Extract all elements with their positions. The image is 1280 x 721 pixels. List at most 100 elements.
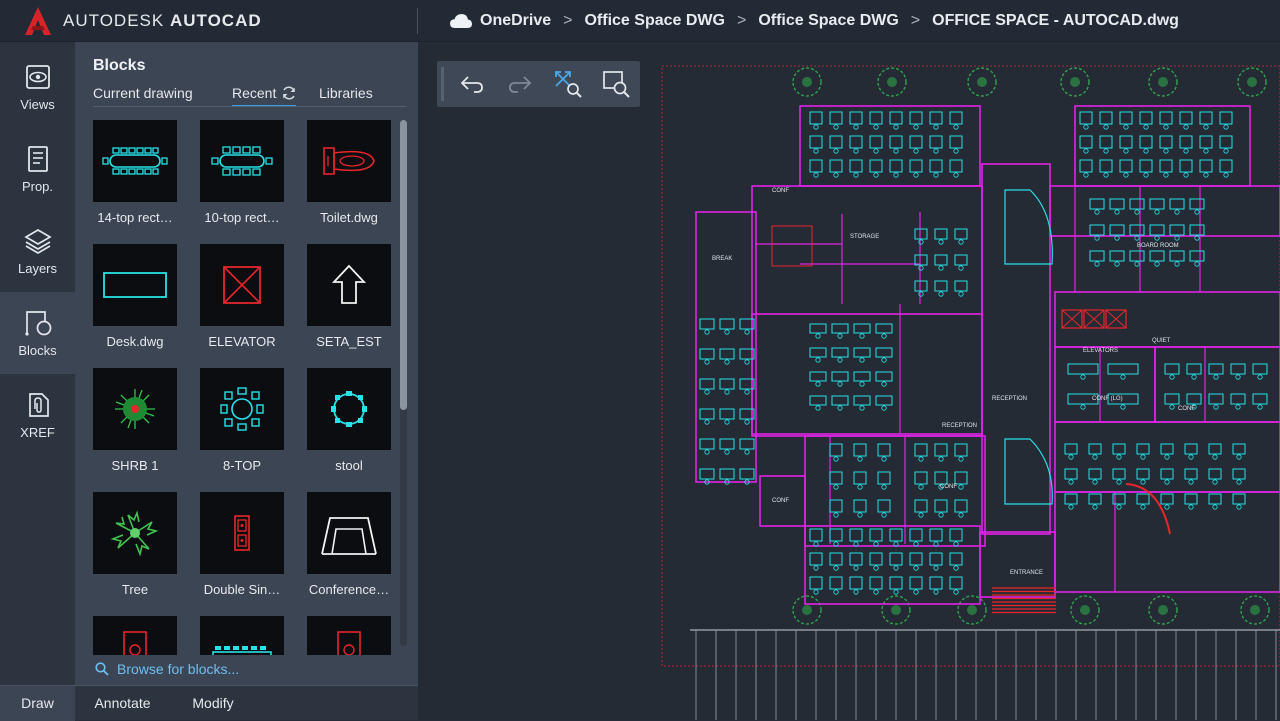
chair <box>1092 479 1098 485</box>
tree-symbol <box>1080 605 1090 615</box>
chair <box>1120 374 1126 380</box>
chair <box>813 589 819 595</box>
workstation <box>1184 468 1198 480</box>
tab-current-drawing[interactable]: Current drawing <box>93 85 193 107</box>
workstation <box>829 552 843 566</box>
workstation <box>1184 443 1198 455</box>
workstation <box>849 576 863 590</box>
chair <box>833 172 839 178</box>
block-item[interactable]: Desk.dwg <box>93 244 177 349</box>
breadcrumb-item-subfolder[interactable]: Office Space DWG <box>758 12 898 30</box>
rail-item-views[interactable]: Views <box>0 46 75 128</box>
arrow-up-icon <box>331 264 367 304</box>
block-label: stool <box>335 458 363 473</box>
chair <box>1143 148 1149 154</box>
workstation <box>1109 250 1125 262</box>
chair <box>873 172 879 178</box>
chair <box>1194 209 1200 215</box>
workstation <box>914 280 928 292</box>
chair <box>933 172 939 178</box>
tab-annotate[interactable]: Annotate <box>75 686 170 721</box>
chair <box>1194 261 1200 267</box>
room-label: BREAK <box>712 256 732 262</box>
block-item[interactable]: ELEVATOR <box>200 244 284 349</box>
block-item[interactable]: SHRB 1 <box>93 368 177 473</box>
panel-scrollbar-thumb[interactable] <box>400 120 407 410</box>
workstation <box>909 576 923 590</box>
block-item[interactable]: 14-top rect… <box>93 120 177 225</box>
block-item[interactable]: stool <box>307 368 391 473</box>
rail-item-properties[interactable]: Prop. <box>0 128 75 210</box>
toilet-icon <box>123 631 147 655</box>
room-label: QUIET <box>1152 338 1171 344</box>
redo-button[interactable] <box>503 67 537 101</box>
tab-modify[interactable]: Modify <box>170 686 256 721</box>
chair <box>1223 172 1229 178</box>
workstation <box>877 499 891 513</box>
workstation <box>1186 363 1202 375</box>
breadcrumb-item-onedrive[interactable]: OneDrive <box>480 12 551 30</box>
breadcrumb-item-file: OFFICE SPACE - AUTOCAD.dwg <box>932 12 1179 29</box>
workstation <box>889 528 903 542</box>
chair <box>933 148 939 154</box>
tree-symbol <box>977 77 987 87</box>
workstation <box>929 552 943 566</box>
workstation <box>809 111 823 125</box>
workstation <box>869 528 883 542</box>
tab-recent[interactable]: Recent <box>232 85 297 107</box>
workstation <box>929 576 943 590</box>
block-item[interactable]: 10-top rect… <box>200 120 284 225</box>
undo-button[interactable] <box>455 67 489 101</box>
chair <box>833 124 839 130</box>
block-item[interactable]: 8-TOP <box>200 368 284 473</box>
autocad-logo-icon <box>25 7 51 35</box>
refresh-icon[interactable] <box>282 86 296 100</box>
block-item[interactable]: Conference… <box>307 492 391 597</box>
breadcrumb-item-folder[interactable]: Office Space DWG <box>584 12 724 30</box>
block-item[interactable] <box>200 616 284 655</box>
double-sink-icon <box>234 515 250 551</box>
workstation <box>1129 250 1145 262</box>
blocks-icon <box>24 310 51 336</box>
toolbar-grip[interactable] <box>441 67 444 101</box>
title-bar: AUTODESK AUTOCAD OneDrive > Office Space… <box>0 0 1280 42</box>
zoom-window-button[interactable] <box>599 67 633 101</box>
workstation <box>809 552 823 566</box>
panel-title: Blocks <box>93 57 146 74</box>
tabs-divider <box>93 106 406 107</box>
chair <box>815 405 821 411</box>
block-item[interactable]: Double Sin… <box>200 492 284 597</box>
lounge <box>1004 438 1053 505</box>
block-item[interactable] <box>307 616 391 655</box>
workstation <box>909 135 923 149</box>
chair <box>1123 172 1129 178</box>
tab-libraries[interactable]: Libraries <box>319 85 373 107</box>
rail-item-xref[interactable]: XREF <box>0 374 75 456</box>
floor-plan-drawing[interactable]: CONF BREAK STORAGE BOARD ROOM ELEVATORS … <box>660 64 1280 720</box>
rail-item-blocks[interactable]: Blocks <box>0 292 75 374</box>
chair <box>704 449 710 455</box>
workstation <box>909 528 923 542</box>
tab-draw[interactable]: Draw <box>0 686 75 721</box>
chair <box>704 359 710 365</box>
workstation <box>739 468 755 480</box>
chair <box>1213 374 1219 380</box>
workstation <box>831 371 849 382</box>
workstation <box>909 552 923 566</box>
block-item[interactable]: Tree <box>93 492 177 597</box>
rail-item-layers[interactable]: Layers <box>0 210 75 292</box>
workstation <box>954 499 968 513</box>
block-label: 8-TOP <box>222 458 262 473</box>
browse-blocks-link[interactable]: Browse for blocks... <box>95 661 239 677</box>
chair <box>873 148 879 154</box>
conference-table-icon <box>212 646 272 655</box>
redo-icon <box>509 76 532 93</box>
block-item[interactable]: Toilet.dwg <box>307 120 391 225</box>
workstation <box>1088 493 1102 505</box>
block-item[interactable] <box>93 616 177 655</box>
zoom-extents-button[interactable] <box>551 67 585 101</box>
chair <box>958 291 964 297</box>
chair <box>1188 504 1194 510</box>
block-item[interactable]: SETA_EST <box>307 244 391 349</box>
workstation <box>809 576 823 590</box>
